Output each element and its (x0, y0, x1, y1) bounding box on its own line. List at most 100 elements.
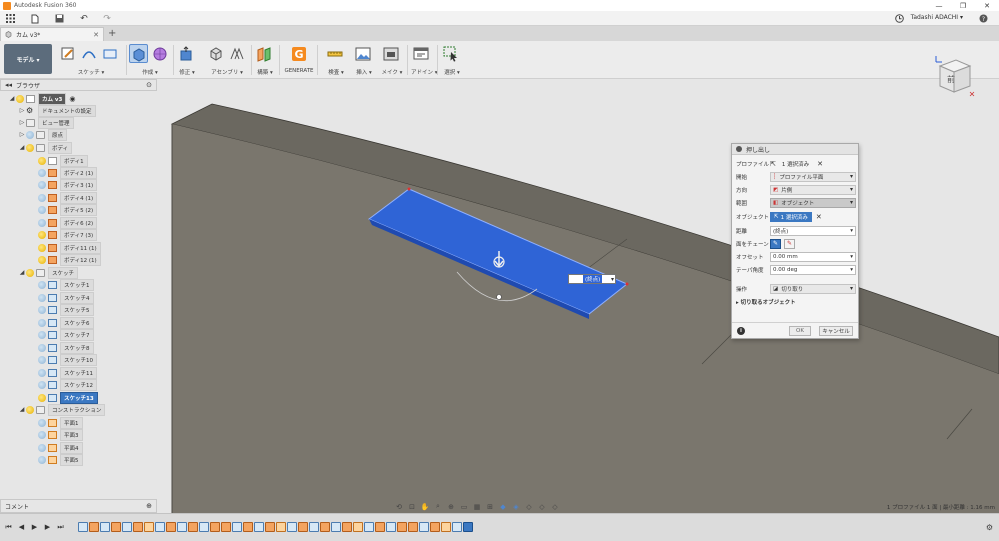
collapse-arrow-icon[interactable]: ◢ (8, 95, 16, 102)
tree-node-body[interactable]: ボディ6 (2) (38, 216, 98, 229)
close-window-button[interactable]: ✕ (975, 0, 999, 11)
expand-arrow-icon[interactable]: ▷ (18, 107, 26, 114)
visibility-bulb-icon[interactable] (38, 230, 46, 239)
offset-field[interactable]: 0.00 mm ▾ (770, 251, 856, 262)
visibility-bulb-icon[interactable] (38, 156, 46, 165)
measure-icon[interactable] (325, 44, 344, 63)
arc-sketch-icon[interactable] (79, 44, 98, 63)
step-back-icon[interactable]: ◀ (17, 523, 26, 532)
restore-button[interactable]: ❐ (951, 0, 975, 11)
timeline-feature[interactable] (111, 522, 121, 532)
visibility-bulb-icon[interactable] (38, 280, 46, 289)
expand-arrow-icon[interactable]: ▷ (18, 119, 26, 126)
tree-node-sketch[interactable]: スケッチ11 (38, 366, 97, 379)
insert-image-icon[interactable] (353, 44, 372, 63)
joint-icon[interactable] (227, 44, 246, 63)
direction-dropdown[interactable]: ◩ 片側 (770, 184, 856, 195)
viewports-icon[interactable]: ⊞ (485, 502, 495, 512)
sketch-group[interactable]: スケッチ ▾ (58, 44, 124, 78)
tree-node-body[interactable]: ボディ11 (1) (38, 241, 101, 254)
orbit-icon[interactable]: ⟲ (394, 502, 404, 512)
workspace-switcher[interactable]: モデル ▾ (4, 44, 52, 74)
make-group[interactable]: メイク ▾ (381, 44, 403, 78)
timeline-feature[interactable] (210, 522, 220, 532)
tree-node-sketch-selected[interactable]: スケッチ13 (38, 391, 98, 404)
browser-pin-icon[interactable]: ⊙ (146, 81, 152, 89)
timeline-feature[interactable] (342, 522, 352, 532)
timeline-feature[interactable] (254, 522, 264, 532)
tree-node-plane[interactable]: 平面5 (38, 453, 83, 466)
dialog-collapse-icon[interactable] (736, 146, 742, 152)
timeline-feature[interactable] (188, 522, 198, 532)
document-tab[interactable]: カム v3* ✕ (0, 27, 104, 41)
select-arrow-icon[interactable] (441, 44, 460, 63)
objects-to-cut-section[interactable]: ▸ 切り取るオブジェクト (736, 298, 796, 306)
collapse-arrow-icon[interactable]: ◢ (18, 144, 26, 151)
visibility-bulb-icon[interactable] (38, 243, 46, 252)
timeline-feature[interactable] (408, 522, 418, 532)
tree-node-sketch[interactable]: スケッチ6 (38, 316, 94, 329)
visibility-bulb-icon[interactable] (38, 343, 46, 352)
clear-profile-icon[interactable]: ✕ (817, 160, 823, 168)
create-sketch-icon[interactable] (58, 44, 77, 63)
generative-design-icon[interactable]: G (290, 44, 309, 63)
tree-node-sketch[interactable]: スケッチ12 (38, 378, 97, 391)
object-selection[interactable]: ⇱ 1 選択済み (770, 211, 812, 222)
tree-node-body[interactable]: ボディ5 (2) (38, 203, 98, 216)
ok-button[interactable]: OK (789, 326, 811, 336)
tree-node-sketch[interactable]: スケッチ8 (38, 341, 94, 354)
visibility-bulb-icon[interactable] (26, 143, 34, 152)
collapse-browser-icon[interactable]: ◂◂ (5, 81, 12, 89)
start-dropdown[interactable]: ┆ プロファイル平面 (770, 171, 856, 182)
timeline-feature[interactable] (199, 522, 209, 532)
visibility-bulb-icon[interactable] (38, 368, 46, 377)
activate-radio-icon[interactable]: ◉ (69, 95, 75, 103)
visibility-bulb-icon[interactable] (26, 268, 34, 277)
data-panel-grid-icon[interactable] (4, 13, 16, 24)
profile-selection[interactable]: 1 選択済み (778, 159, 813, 169)
timeline-feature[interactable] (78, 522, 88, 532)
timeline-feature[interactable] (177, 522, 187, 532)
user-account-menu[interactable]: Tadashi ADACHI ▾ (911, 14, 963, 21)
tree-node-sketch[interactable]: スケッチ10 (38, 353, 97, 366)
visibility-bulb-icon[interactable] (38, 355, 46, 364)
go-to-end-icon[interactable]: ⏭ (56, 523, 65, 532)
rectangle-sketch-icon[interactable] (100, 44, 119, 63)
tree-node-views[interactable]: ▷ ビュー管理 (18, 116, 74, 129)
select-group[interactable]: 選択 ▾ (441, 44, 463, 78)
tree-root-node[interactable]: ◢ カム v3 ◉ (8, 92, 75, 105)
visibility-bulb-icon[interactable] (38, 305, 46, 314)
tree-node-sketch[interactable]: スケッチ5 (38, 303, 94, 316)
model-canvas[interactable]: (終点) ▾ (157, 79, 999, 513)
tree-node-plane[interactable]: 平面1 (38, 416, 83, 429)
freeform-select-icon[interactable]: ◇ (537, 502, 547, 512)
chain-faces-on-toggle[interactable]: ✎ (770, 238, 781, 249)
go-to-start-icon[interactable]: ⏮ (4, 523, 13, 532)
visibility-bulb-icon[interactable] (16, 94, 24, 103)
visibility-bulb-icon[interactable] (38, 293, 46, 302)
timeline-feature[interactable] (320, 522, 330, 532)
timeline-feature[interactable] (265, 522, 275, 532)
clear-object-icon[interactable]: ✕ (816, 213, 822, 221)
visibility-bulb-icon[interactable] (38, 418, 46, 427)
visibility-bulb-icon[interactable] (38, 455, 46, 464)
3d-print-icon[interactable] (381, 44, 400, 63)
visibility-bulb-icon[interactable] (38, 393, 46, 402)
expand-arrow-icon[interactable]: ▷ (18, 131, 26, 138)
display-settings-icon[interactable]: ▭ (459, 502, 469, 512)
visibility-bulb-icon[interactable] (38, 380, 46, 389)
construct-group[interactable]: 構築 ▾ (254, 44, 276, 78)
timeline-feature[interactable] (155, 522, 165, 532)
distance-input-box[interactable]: (終点) ▾ (568, 274, 616, 284)
timeline-feature[interactable] (331, 522, 341, 532)
operation-dropdown[interactable]: ◪ 切り取り (770, 283, 856, 294)
box-select-icon[interactable]: ◈ (511, 502, 521, 512)
tree-node-body[interactable]: ボディ12 (1) (38, 253, 101, 266)
tree-node-body[interactable]: ボディ1 (38, 154, 88, 167)
timeline-feature[interactable] (397, 522, 407, 532)
pan-hand-icon[interactable]: ✋ (420, 502, 430, 512)
collapse-arrow-icon[interactable]: ◢ (18, 406, 26, 413)
help-icon[interactable]: ? (977, 13, 989, 24)
form-icon[interactable] (150, 44, 169, 63)
timeline-feature[interactable] (298, 522, 308, 532)
